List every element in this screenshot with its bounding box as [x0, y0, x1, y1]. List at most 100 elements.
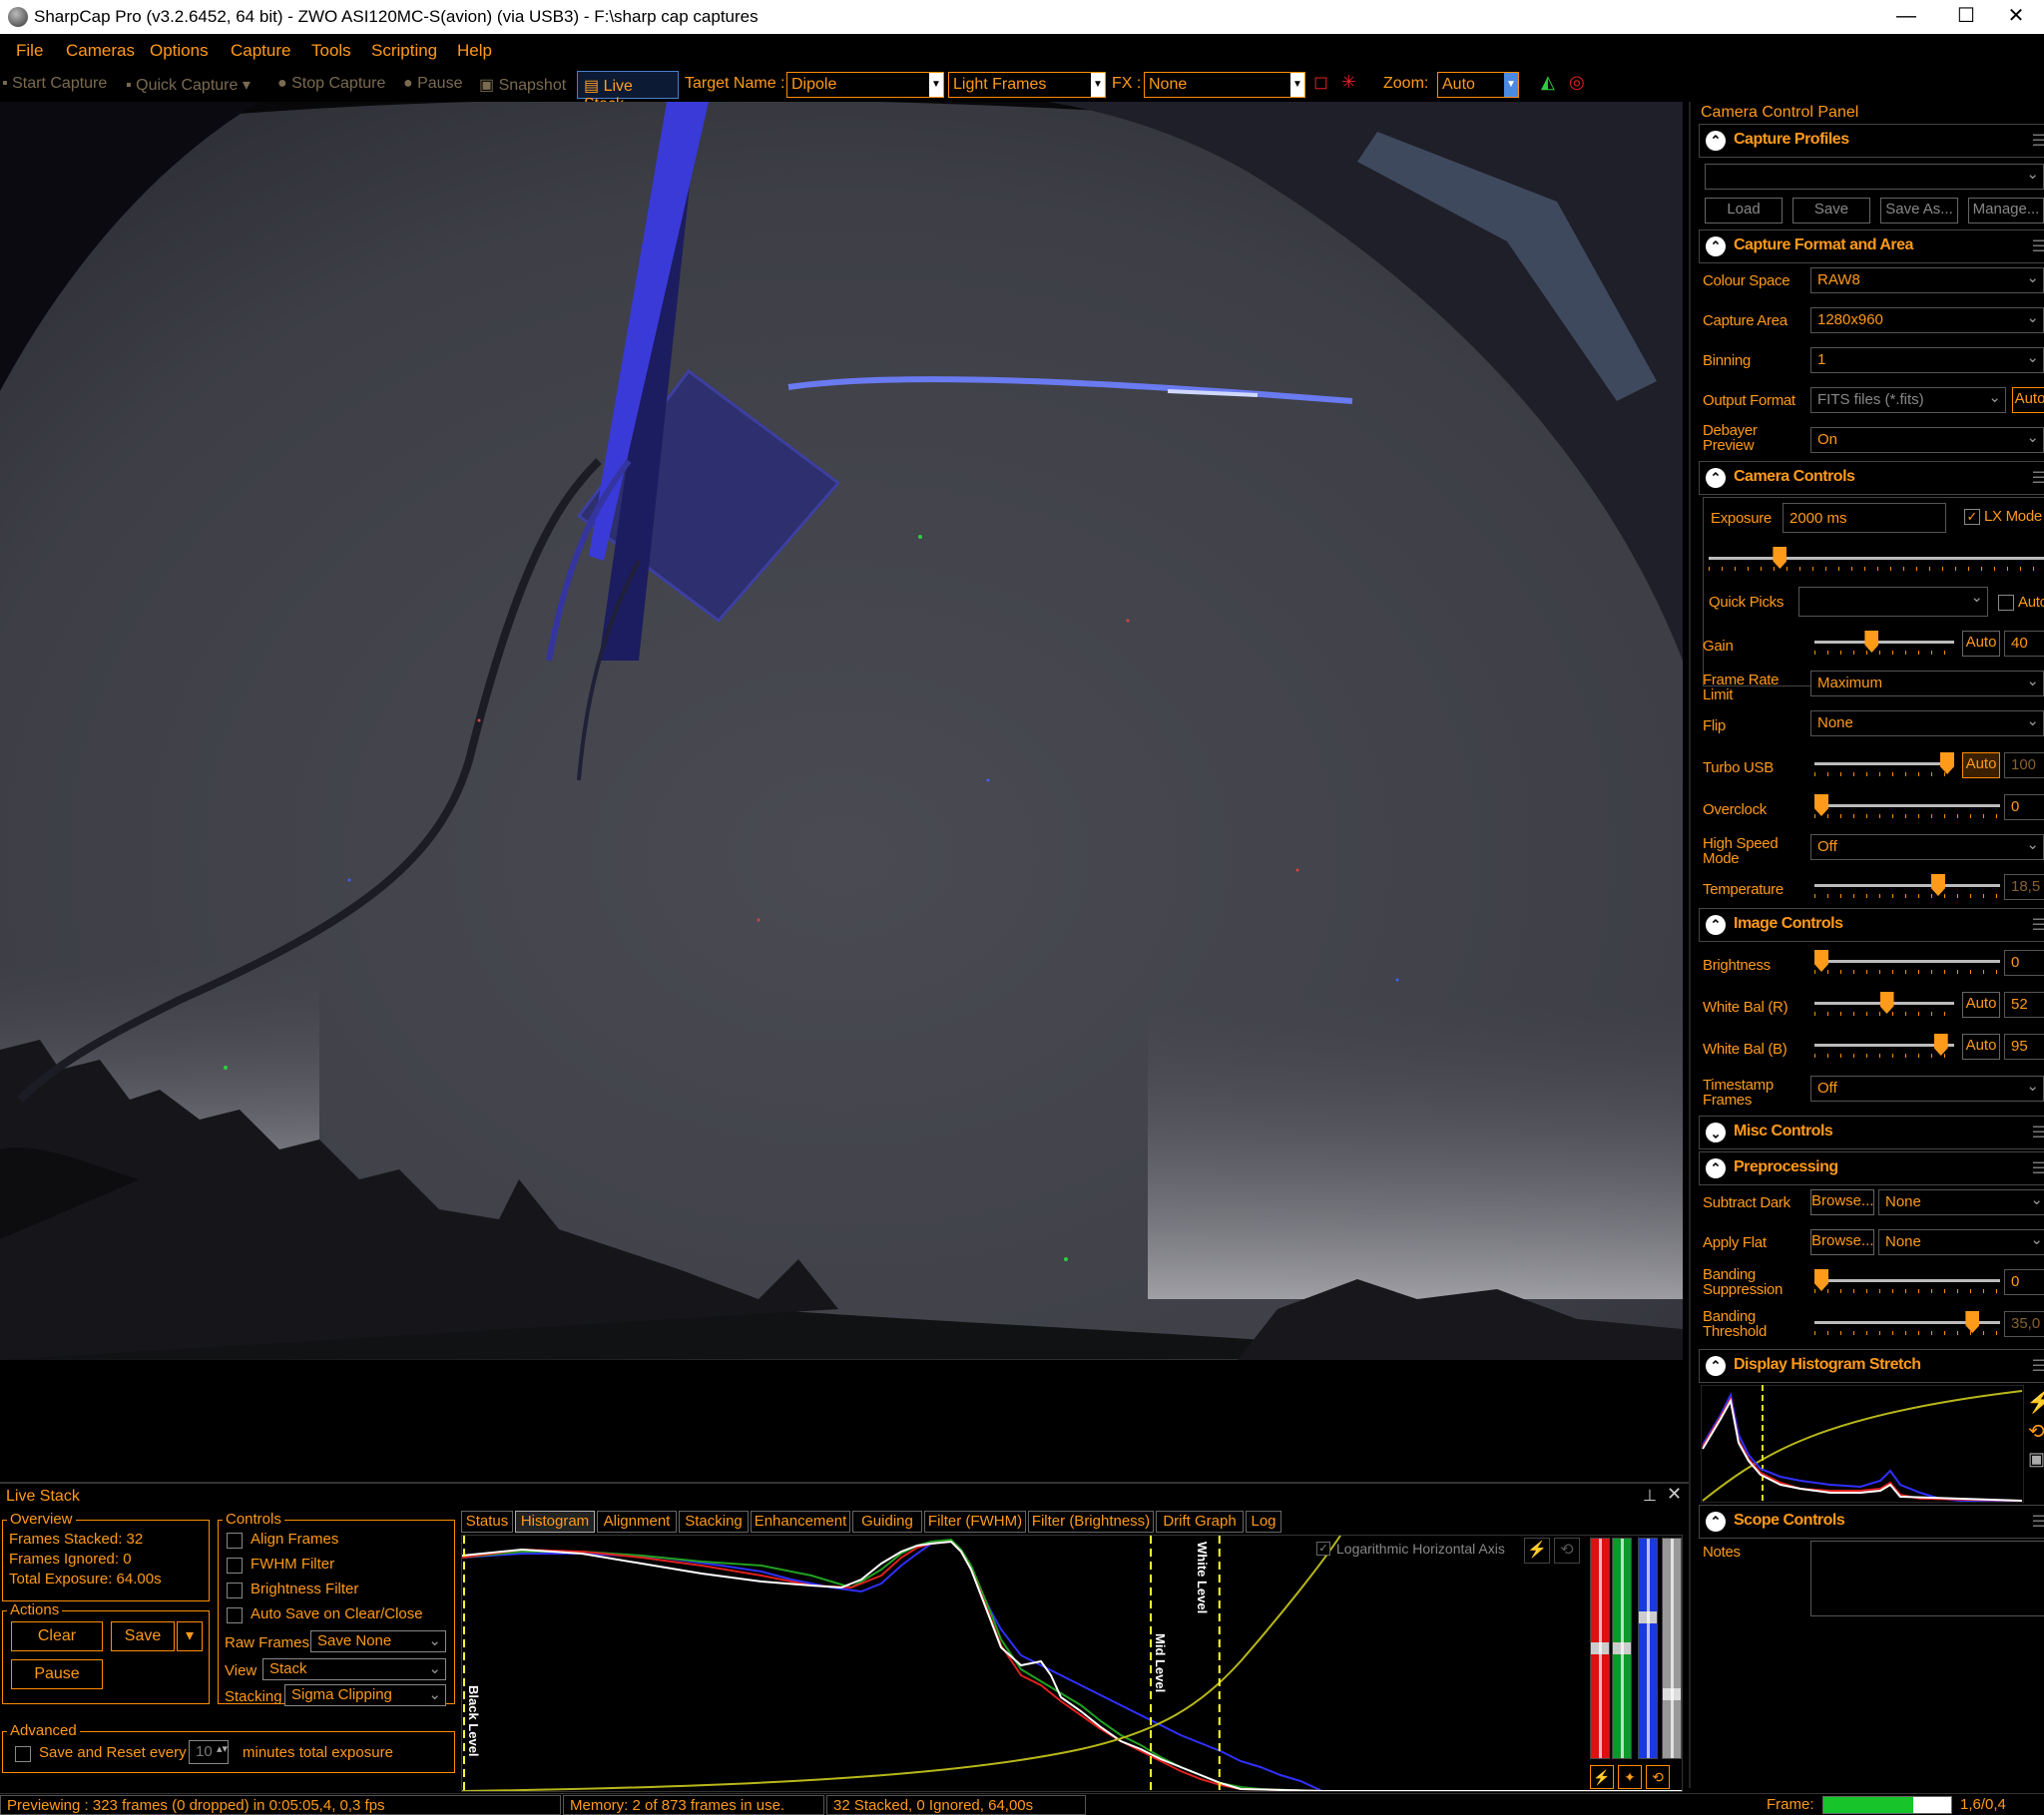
profile-select[interactable] — [1705, 164, 2044, 190]
overclock-slider[interactable] — [1814, 794, 2000, 820]
stack-histogram[interactable]: Black Level Mid Level White Level ✓ Loga… — [461, 1535, 1683, 1792]
tab-filter-fwhm[interactable]: Filter (FWHM) — [924, 1511, 1026, 1533]
exposure-slider[interactable] — [1709, 547, 2044, 573]
gain-auto-button[interactable]: Auto — [1962, 631, 2000, 657]
save-reset-checkbox[interactable] — [15, 1746, 31, 1762]
red-balance-slider[interactable] — [1590, 1538, 1610, 1759]
brightness-input[interactable]: 0 — [2004, 950, 2044, 976]
preprocessing-header[interactable]: ⌃ Preprocessing ☰ — [1699, 1151, 2044, 1185]
live-stack-button[interactable]: ▤ Live Stack — [577, 71, 679, 113]
minimize-button[interactable]: — — [1876, 0, 1936, 34]
apply-flat-select[interactable]: None — [1878, 1229, 2044, 1255]
binning-select[interactable]: 1 — [1810, 347, 2044, 373]
stop-capture-button[interactable]: ● Stop Capture — [277, 75, 385, 93]
histogram-icon[interactable]: ◭ — [1541, 72, 1555, 93]
menu-help[interactable]: Help — [457, 41, 492, 61]
overclock-input[interactable]: 0 — [2004, 794, 2044, 820]
menu-scripting[interactable]: Scripting — [371, 41, 437, 61]
fwhm-filter-checkbox[interactable] — [227, 1558, 243, 1574]
quick-picks-auto-checkbox[interactable] — [1998, 595, 2014, 611]
close-panel-icon[interactable]: ✕ — [1667, 1484, 1682, 1505]
close-button[interactable]: ✕ — [1986, 0, 2044, 34]
capture-area-select[interactable]: 1280x960 — [1810, 307, 2044, 333]
start-capture-button[interactable]: ▪ Start Capture — [2, 75, 107, 93]
capture-format-header[interactable]: ⌃ Capture Format and Area ☰ — [1699, 229, 2044, 263]
menu-icon[interactable]: ☰ — [2032, 1123, 2044, 1142]
log-axis-checkbox[interactable]: ✓ — [1316, 1542, 1330, 1556]
quick-capture-button[interactable]: ▪ Quick Capture ▾ — [126, 75, 251, 95]
menu-icon[interactable]: ☰ — [2032, 236, 2044, 256]
menu-options[interactable]: Options — [150, 41, 209, 61]
auto-save-checkbox[interactable] — [227, 1607, 243, 1623]
banding-suppression-slider[interactable] — [1814, 1269, 2000, 1295]
menu-icon[interactable]: ☰ — [2032, 468, 2044, 488]
blue-balance-slider[interactable] — [1638, 1538, 1658, 1759]
save-as-profile-button[interactable]: Save As... — [1880, 198, 1958, 224]
notes-textarea[interactable] — [1810, 1541, 2044, 1616]
high-speed-select[interactable]: Off — [1810, 834, 2044, 860]
zoom-select[interactable]: Auto ▼ — [1437, 72, 1519, 98]
frame-type-select[interactable]: Light Frames ▼ — [948, 72, 1106, 98]
tab-histogram[interactable]: Histogram — [515, 1511, 595, 1533]
menu-file[interactable]: File — [16, 41, 43, 61]
display-histogram-header[interactable]: ⌃ Display Histogram Stretch ☰ — [1699, 1349, 2044, 1383]
gain-input[interactable]: 40 — [2004, 631, 2044, 657]
save-profile-button[interactable]: Save — [1792, 198, 1870, 224]
brightness-slider[interactable] — [1814, 950, 2000, 976]
pin-icon[interactable]: ⊥ — [1643, 1486, 1657, 1506]
gain-slider[interactable] — [1814, 631, 1954, 657]
quick-picks-select[interactable] — [1798, 587, 1988, 617]
capture-profiles-header[interactable]: ⌃ Capture Profiles ☰ — [1699, 124, 2044, 158]
star-icon[interactable]: ✦ — [1618, 1765, 1642, 1789]
snapshot-button[interactable]: ▣ Snapshot — [479, 75, 566, 95]
flip-select[interactable]: None — [1810, 710, 2044, 736]
pause-button[interactable]: ● Pause — [403, 75, 462, 93]
tab-drift-graph[interactable]: Drift Graph — [1156, 1511, 1244, 1533]
colour-space-select[interactable]: RAW8 — [1810, 267, 2044, 293]
wb-r-auto-button[interactable]: Auto — [1962, 992, 2000, 1018]
wb-b-input[interactable]: 95 — [2004, 1034, 2044, 1060]
banding-threshold-slider[interactable] — [1814, 1311, 2000, 1337]
subtract-dark-browse-button[interactable]: Browse... — [1810, 1189, 1874, 1215]
manage-profiles-button[interactable]: Manage... — [1968, 198, 2044, 224]
tab-guiding[interactable]: Guiding — [852, 1511, 922, 1533]
raw-frames-select[interactable]: Save None — [310, 1630, 446, 1652]
misc-controls-header[interactable]: ⌃ Misc Controls ☰ — [1699, 1116, 2044, 1149]
menu-icon[interactable]: ☰ — [2032, 1512, 2044, 1532]
wb-r-input[interactable]: 52 — [2004, 992, 2044, 1018]
menu-capture[interactable]: Capture — [231, 41, 290, 61]
subtract-dark-select[interactable]: None — [1878, 1189, 2044, 1215]
reset-icon[interactable]: ⟲ — [2028, 1419, 2044, 1444]
green-balance-slider[interactable] — [1612, 1538, 1632, 1759]
tab-filter-brightness[interactable]: Filter (Brightness) — [1028, 1511, 1154, 1533]
scope-controls-header[interactable]: ⌃ Scope Controls ☰ — [1699, 1505, 2044, 1539]
brightness-filter-checkbox[interactable] — [227, 1583, 243, 1598]
load-profile-button[interactable]: Load — [1705, 198, 1783, 224]
luminance-balance-slider[interactable] — [1662, 1538, 1682, 1759]
menu-icon[interactable]: ☰ — [2032, 915, 2044, 935]
turbo-usb-input[interactable]: 100 — [2004, 752, 2044, 778]
output-format-select[interactable]: FITS files (*.fits) — [1810, 387, 2006, 413]
frame-rate-select[interactable]: Maximum — [1810, 671, 2044, 696]
image-controls-header[interactable]: ⌃ Image Controls ☰ — [1699, 908, 2044, 942]
timestamp-select[interactable]: Off — [1810, 1076, 2044, 1102]
lx-mode-checkbox[interactable]: ✓ — [1964, 509, 1980, 525]
wb-b-auto-button[interactable]: Auto — [1962, 1034, 2000, 1060]
view-select[interactable]: Stack — [262, 1658, 446, 1680]
tab-log[interactable]: Log — [1246, 1511, 1281, 1533]
exposure-input[interactable]: 2000 ms — [1783, 503, 1946, 533]
banding-suppression-input[interactable]: 0 — [2004, 1269, 2044, 1295]
tab-stacking[interactable]: Stacking — [679, 1511, 749, 1533]
reset-icon[interactable]: ⟲ — [1554, 1538, 1580, 1564]
align-frames-checkbox[interactable] — [227, 1533, 243, 1549]
save-options-button[interactable]: ▾ — [177, 1621, 203, 1651]
debayer-select[interactable]: On — [1810, 427, 2044, 453]
output-auto-button[interactable]: Auto — [2012, 387, 2044, 413]
turbo-auto-button[interactable]: Auto — [1962, 752, 2000, 778]
wb-b-slider[interactable] — [1814, 1034, 1954, 1060]
display-histogram-chart[interactable] — [1701, 1385, 2024, 1503]
menu-icon[interactable]: ☰ — [2032, 1158, 2044, 1178]
tab-enhancement[interactable]: Enhancement — [751, 1511, 850, 1533]
tab-status[interactable]: Status — [461, 1511, 513, 1533]
turbo-usb-slider[interactable] — [1814, 752, 1954, 778]
